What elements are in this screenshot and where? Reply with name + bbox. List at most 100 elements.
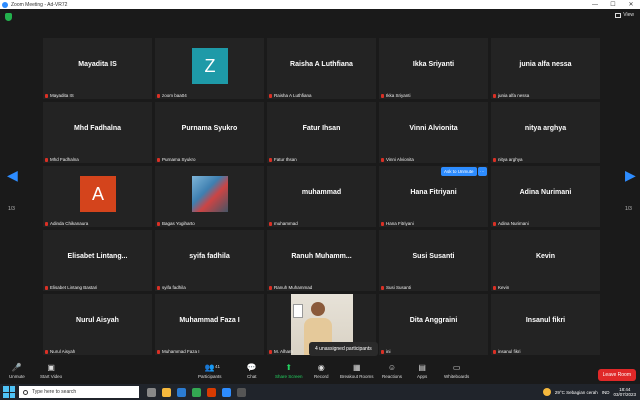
tile-more-button[interactable]: ···: [478, 167, 487, 176]
participant-label-text: Fatur Ihsan: [274, 157, 297, 162]
share-screen-label: Share Screen: [275, 374, 303, 379]
participant-tile[interactable]: Elisabet Lintang... Elisabet Lintang Bast…: [43, 230, 152, 291]
unassigned-participants-popup[interactable]: 4 unassigned participants: [309, 342, 378, 356]
participant-tile[interactable]: Mayadita IS Mayadita IS: [43, 38, 152, 99]
participant-tile[interactable]: Dita Anggraini ini: [379, 294, 488, 355]
participant-tile[interactable]: Adina Nurimani Adina Nurimani: [491, 166, 600, 227]
apps-button[interactable]: ▤ Apps: [417, 363, 427, 379]
edge-icon[interactable]: [177, 387, 186, 397]
participant-name: Dita Anggraini: [409, 317, 458, 324]
unmute-button[interactable]: 🎤 Unmute: [9, 363, 25, 379]
participant-label: Vinni Alvionita: [381, 157, 414, 162]
share-screen-button[interactable]: ⬆ Share Screen: [275, 363, 303, 379]
participant-name: Ikka Sriyanti: [412, 61, 455, 68]
windows-start-icon[interactable]: [3, 386, 15, 398]
chat-label: Chat: [247, 374, 257, 379]
participant-label: Bagas Yogiharto: [157, 221, 195, 226]
participant-label: insanul fikri: [493, 349, 521, 354]
participant-tile[interactable]: Susi Susanti Susi Susanti: [379, 230, 488, 291]
participant-tile[interactable]: Kevin Kevin: [491, 230, 600, 291]
reactions-label: Reactions: [382, 374, 403, 379]
participant-label: Fatur Ihsan: [269, 157, 297, 162]
participant-label: zoom baa04: [157, 93, 187, 98]
participant-tile[interactable]: syifa fadhila syifa fadhila: [155, 230, 264, 291]
grid-view-icon: [615, 12, 622, 18]
participant-name: Mayadita IS: [78, 61, 117, 68]
participant-label-text: Susi Susanti: [386, 285, 412, 290]
prev-page-arrow-icon[interactable]: ◀: [7, 167, 18, 184]
chrome-icon[interactable]: [192, 387, 201, 397]
participant-name: Muhammad Faza I: [179, 317, 240, 324]
participant-tile[interactable]: Zzoom baa04: [155, 38, 264, 99]
participant-tile[interactable]: nitya arghya nitya arghya: [491, 102, 600, 163]
muted-mic-icon: [493, 157, 496, 162]
participant-avatar: A: [80, 176, 116, 212]
whiteboard-icon: ▭: [452, 363, 461, 372]
window-titlebar: Zoom Meeting - Ad-VR72 — ☐ ✕: [0, 0, 640, 9]
participant-tile[interactable]: Mhd Fadhalna Mhd Fadhalna: [43, 102, 152, 163]
whiteboards-label: Whiteboards: [444, 374, 470, 379]
muted-mic-icon: [493, 221, 496, 226]
leave-room-button[interactable]: Leave Room: [597, 369, 636, 381]
chat-button[interactable]: 💬 Chat: [247, 363, 257, 379]
participant-label-text: Mhd Fadhalna: [50, 157, 79, 162]
security-shield-icon[interactable]: [5, 13, 12, 21]
view-button[interactable]: View: [615, 12, 634, 18]
clock[interactable]: 18:44 03/07/2023: [613, 387, 636, 397]
participant-label-text: Purnama Syukro: [162, 157, 196, 162]
office-icon[interactable]: [207, 387, 216, 397]
close-button[interactable]: ✕: [622, 0, 640, 9]
apps-label: Apps: [417, 374, 428, 379]
minimize-button[interactable]: —: [586, 0, 604, 9]
muted-mic-icon: [381, 221, 384, 226]
participant-tile[interactable]: Raisha A Luthfiana Raisha A Luthfiana: [267, 38, 376, 99]
participant-tile[interactable]: A Adinda Chikanaura: [43, 166, 152, 227]
language-indicator[interactable]: IND: [602, 390, 610, 395]
participant-name: junia alfa nessa: [519, 61, 572, 68]
participant-tile[interactable]: Nurul Aisyah Nurul Aisyah: [43, 294, 152, 355]
muted-mic-icon: [381, 157, 384, 162]
clock-date: 03/07/2023: [613, 392, 636, 397]
participant-name: Raisha A Luthfiana: [290, 61, 353, 68]
participants-icon: 👥: [204, 363, 215, 372]
participant-tile[interactable]: Vinni Alvionita Vinni Alvionita: [379, 102, 488, 163]
participant-tile[interactable]: Insanul fikri insanul fikri: [491, 294, 600, 355]
participant-tile[interactable]: Ranuh Muhamm... Ranuh Muhammad: [267, 230, 376, 291]
participant-label-text: M. Alham: [274, 349, 293, 354]
muted-mic-icon: [381, 349, 384, 354]
file-explorer-icon[interactable]: [162, 387, 171, 397]
participant-label-text: Adinda Chikanaura: [50, 221, 89, 226]
participant-profile-photo: [192, 176, 228, 212]
participant-label-text: ini: [386, 349, 391, 354]
apps-icon: ▤: [418, 363, 426, 372]
next-page-arrow-icon[interactable]: ▶: [625, 167, 636, 184]
participant-label: Mhd Fadhalna: [45, 157, 79, 162]
participant-tile[interactable]: Fatur Ihsan Fatur Ihsan: [267, 102, 376, 163]
participant-tile[interactable]: muhammad muhammad: [267, 166, 376, 227]
breakout-rooms-button[interactable]: ▦ Breakout Rooms: [340, 363, 374, 379]
participant-tile[interactable]: Purnama Syukro Purnama Syukro: [155, 102, 264, 163]
zoom-taskbar-icon[interactable]: [222, 387, 231, 397]
participant-label: muhammad: [269, 221, 298, 226]
taskbar-search-input[interactable]: Type here to search: [19, 386, 139, 398]
maximize-button[interactable]: ☐: [604, 0, 622, 9]
participant-tile[interactable]: Ikka Sriyanti Ikka Sriyanti: [379, 38, 488, 99]
participant-tile[interactable]: Muhammad Faza I Muhammad Faza I: [155, 294, 264, 355]
participant-label: Elisabet Lintang Bastari: [45, 285, 97, 290]
participant-label: syifa fadhila: [157, 285, 186, 290]
view-label: View: [623, 12, 634, 18]
start-video-button[interactable]: ▣ Start Video: [40, 363, 62, 379]
participant-label-text: Muhammad Faza I: [162, 349, 200, 354]
participant-tile[interactable]: junia alfa nessa junia alfa nessa: [491, 38, 600, 99]
whiteboards-button[interactable]: ▭ Whiteboards: [444, 363, 469, 379]
start-video-label: Start Video: [40, 374, 63, 379]
participant-tile[interactable]: Bagas Yogiharto: [155, 166, 264, 227]
record-button[interactable]: ◉ Record: [314, 363, 329, 379]
muted-mic-icon: [157, 349, 160, 354]
reactions-button[interactable]: ☺ Reactions: [382, 363, 402, 379]
ask-to-unmute-button[interactable]: Ask to Unmute: [441, 167, 477, 176]
muted-mic-icon: [157, 285, 160, 290]
participant-label-text: Kevin: [498, 285, 510, 290]
task-view-icon[interactable]: [147, 387, 156, 397]
settings-icon[interactable]: [237, 387, 246, 397]
